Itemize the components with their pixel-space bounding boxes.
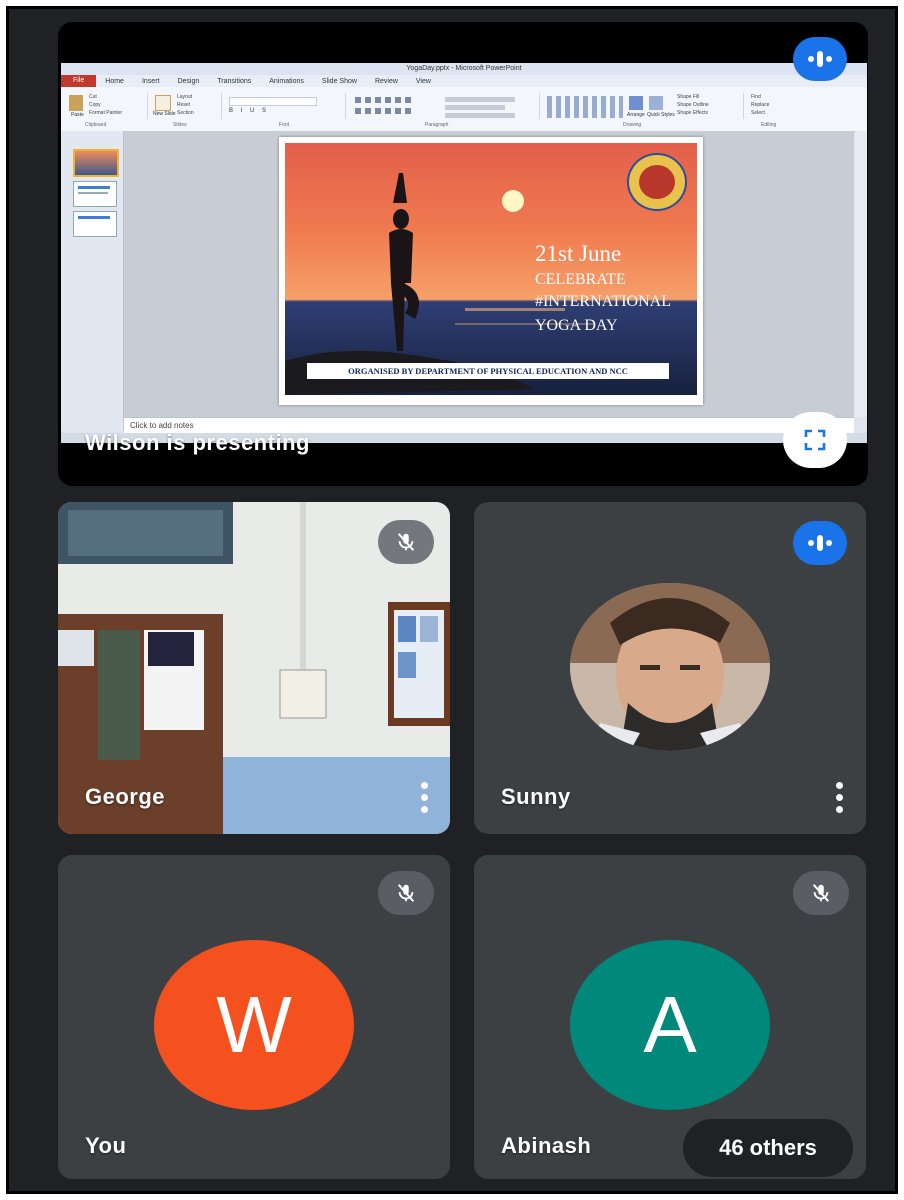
ppt-tab-design: Design (177, 77, 200, 85)
mic-off-icon (397, 533, 415, 551)
ppt-quick-styles: Quick Styles (647, 112, 675, 118)
audio-level-icon (808, 51, 832, 67)
audio-level-icon (808, 535, 832, 551)
ppt-group-label: Font (279, 122, 290, 128)
more-options-button[interactable] (409, 775, 439, 819)
ppt-scrollbar (855, 131, 867, 417)
fullscreen-button[interactable] (783, 412, 847, 468)
presenter-label: Wilson is presenting (85, 430, 310, 455)
ppt-copy: Copy (89, 102, 101, 108)
presenter-speaking-indicator (793, 37, 847, 81)
ppt-shape-effects: Shape Effects (677, 110, 709, 116)
slide: 21st June CELEBRATE #INTERNATIONAL YOGA … (279, 137, 703, 405)
ppt-file-tab: File (61, 75, 97, 87)
avatar (570, 583, 770, 751)
avatar: A (570, 940, 770, 1110)
ppt-tab-slide-show: Slide Show (321, 77, 357, 85)
ppt-tab-review: Review (374, 77, 398, 85)
participant-name: Sunny (501, 784, 571, 809)
mic-off-indicator (793, 871, 849, 915)
ppt-layout: Layout (177, 94, 193, 100)
ppt-format-painter: Format Painter (89, 110, 123, 116)
ppt-group-clipboard: Paste Cut Copy Format Painter Clipboard (65, 93, 148, 128)
fullscreen-icon (804, 429, 826, 451)
ppt-cut: Cut (89, 94, 97, 100)
ppt-paste: Paste (71, 112, 84, 118)
ppt-find: Find (751, 94, 761, 100)
ppt-new-slide: New Slide (153, 111, 176, 117)
ppt-ribbon: Paste Cut Copy Format Painter Clipboard … (61, 87, 867, 132)
avatar: W (154, 940, 354, 1110)
slide-line-2: #INTERNATIONAL (535, 293, 671, 310)
ppt-group-label: Clipboard (85, 122, 107, 128)
profile-photo (570, 583, 770, 751)
meet-window: YogaDay.pptx - Microsoft PowerPoint File… (6, 6, 898, 1194)
more-options-button[interactable] (824, 775, 854, 819)
ppt-tab-animations: Animations (269, 77, 304, 85)
ppt-section: Section (177, 110, 194, 116)
shared-screen: YogaDay.pptx - Microsoft PowerPoint File… (61, 63, 867, 443)
slide-line-3: YOGA DAY (535, 317, 618, 334)
ppt-tab-view: View (415, 77, 431, 85)
ppt-group-label: Drawing (623, 122, 642, 128)
speaking-indicator (793, 521, 847, 565)
ppt-select: Select (751, 110, 765, 116)
ppt-tab-transitions: Transitions (217, 77, 252, 85)
ppt-title-bar: YogaDay.pptx - Microsoft PowerPoint (61, 63, 867, 75)
ppt-group-paragraph: Paragraph (349, 93, 540, 128)
ppt-slide-thumb-1 (73, 149, 119, 177)
participant-name: Abinash (501, 1133, 592, 1158)
ppt-slide-thumbnails (61, 131, 124, 431)
ppt-arrange: Arrange (627, 112, 645, 118)
ppt-group-font: B I U S Font (225, 93, 346, 128)
ppt-tab-insert: Insert (141, 77, 160, 85)
ppt-slide-thumb-2 (73, 181, 117, 207)
ppt-group-slides: New Slide Layout Reset Section Slides (151, 93, 222, 128)
participant-name: George (85, 784, 166, 809)
ppt-group-drawing: Arrange Quick Styles Shape Fill Shape Ou… (543, 93, 744, 128)
ppt-shape-fill: Shape Fill (677, 94, 700, 100)
ppt-group-label: Editing (761, 122, 777, 128)
ppt-reset: Reset (177, 102, 191, 108)
others-button[interactable]: 46 others (683, 1119, 853, 1177)
ppt-shape-outline: Shape Outline (677, 102, 709, 108)
ppt-tab-home: Home (105, 77, 124, 85)
mic-off-icon (812, 884, 830, 902)
ncc-emblem (627, 153, 687, 211)
ppt-group-editing: Find Replace Select Editing (747, 93, 807, 128)
ppt-group-label: Slides (173, 122, 187, 128)
mic-off-indicator (378, 871, 434, 915)
ppt-slide-thumb-3 (73, 211, 117, 237)
slide-banner: ORGANISED BY DEPARTMENT OF PHYSICAL EDUC… (307, 363, 669, 379)
slide-date: 21st June (535, 241, 622, 266)
slide-line-1: CELEBRATE (535, 271, 626, 288)
ppt-group-label: Paragraph (425, 122, 449, 128)
mic-off-indicator (378, 520, 434, 564)
mic-off-icon (397, 884, 415, 902)
participant-name: You (85, 1133, 127, 1158)
ppt-replace: Replace (751, 102, 770, 108)
ppt-ribbon-tabs: File Home Insert Design Transitions Anim… (61, 75, 867, 87)
